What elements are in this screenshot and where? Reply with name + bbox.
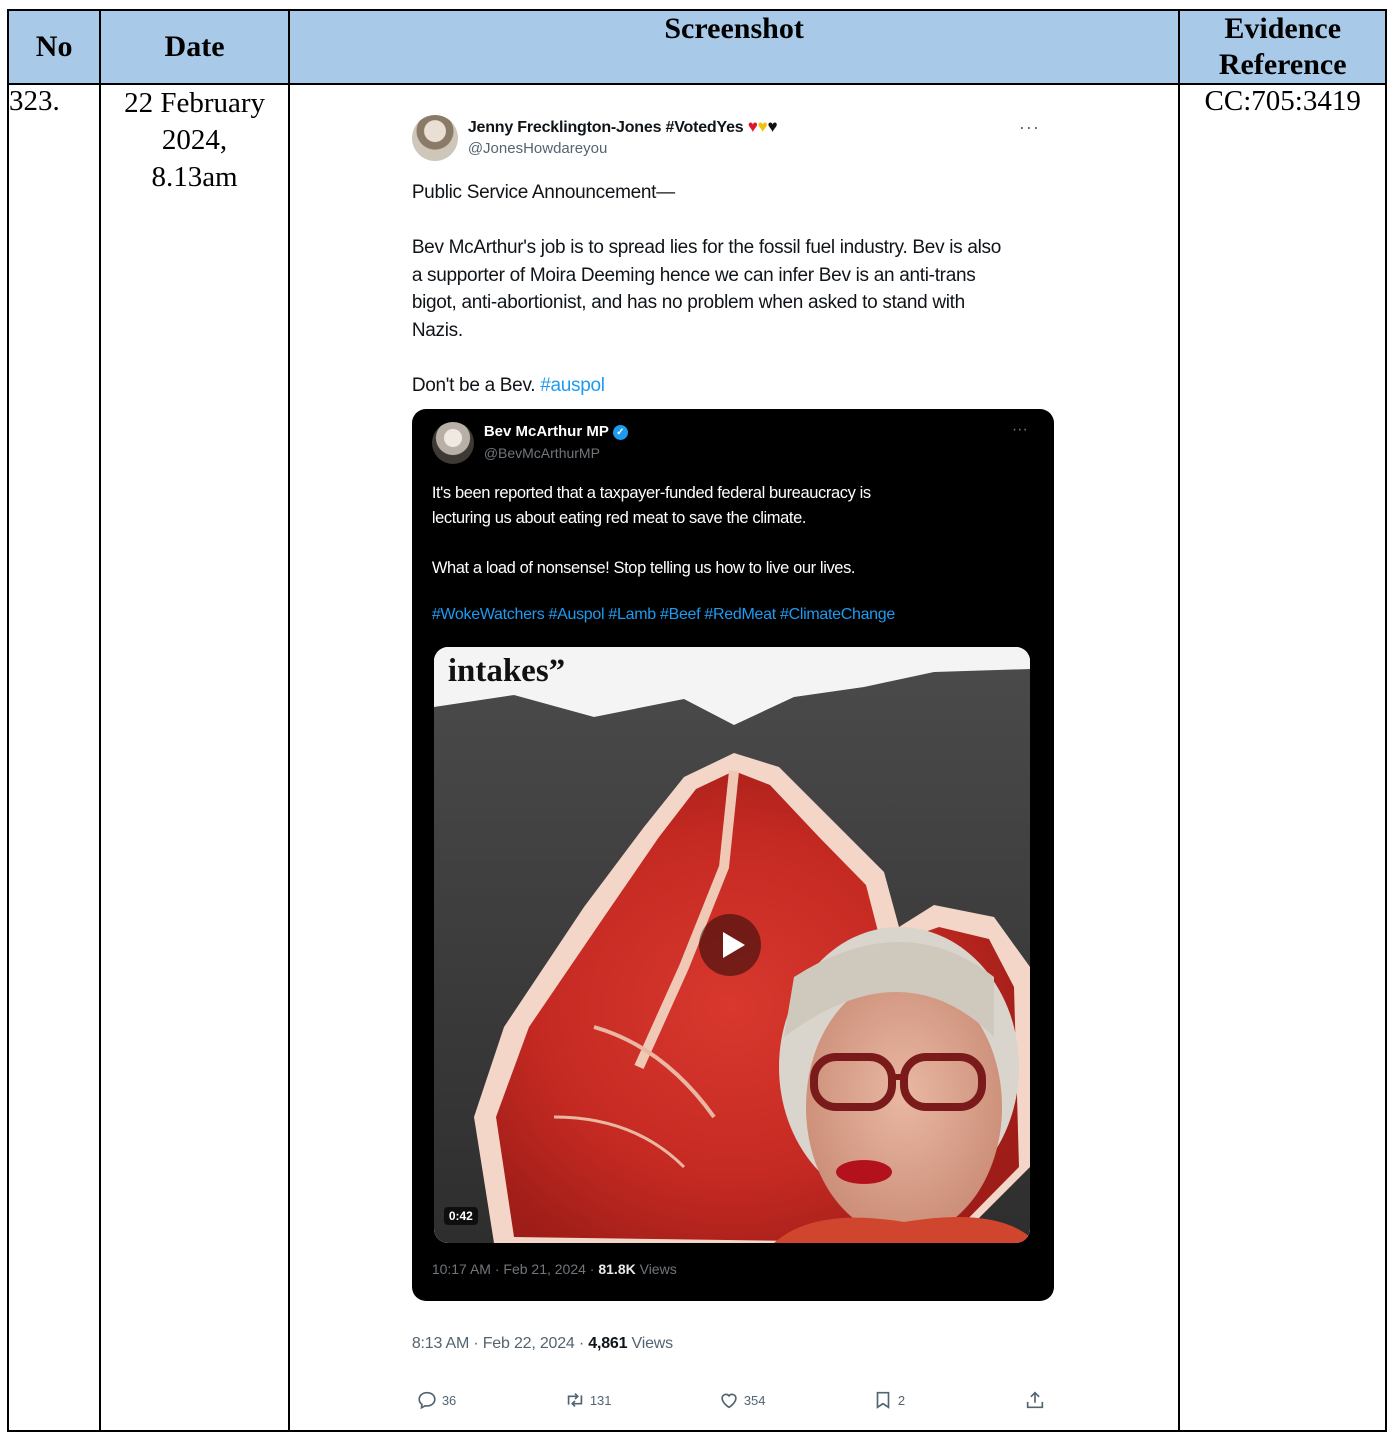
verified-badge-icon: ✓ [612, 424, 628, 440]
header-date: Date [99, 9, 290, 85]
header-evidence-line1: Evidence [1224, 12, 1342, 45]
header-no: No [6, 9, 102, 85]
tweet-actions-bar: 36 131 354 2 [412, 1389, 1062, 1419]
row-screenshot-cell: Jenny Frecklington-Jones #VotedYes ♥♥♥ @… [287, 83, 1181, 1432]
evidence-table: No Date Screenshot Evidence Reference 323… [6, 9, 1387, 1432]
repost-count: 131 [589, 1392, 612, 1408]
like-count: 354 [743, 1392, 766, 1408]
video-player[interactable]: intakes” 0:42 [433, 647, 1030, 1243]
video-caption: intakes” [447, 653, 566, 689]
quoted-tweet-meta: 10:17 AM · Feb 21, 2024 · 81.8K Views [432, 1261, 677, 1277]
quoted-author-name: Bev McArthur MP [483, 423, 609, 440]
tweet-time[interactable]: 8:13 AM · Feb 22, 2024 · [412, 1335, 588, 1352]
reply-icon [418, 1391, 436, 1410]
heart-yellow-icon: ♥ [757, 117, 768, 136]
like-icon [721, 1393, 737, 1409]
author-name-line[interactable]: Jenny Frecklington-Jones #VotedYes ♥♥♥ [468, 117, 778, 137]
more-options-icon[interactable]: ··· [1019, 117, 1040, 138]
quoted-author-avatar[interactable] [431, 422, 474, 464]
like-button[interactable]: 354 [718, 1389, 766, 1411]
author-handle[interactable]: @JonesHowdareyou [468, 140, 607, 157]
row-number: 323. [6, 83, 102, 1432]
views-count: 4,861 [588, 1335, 628, 1352]
date-line3: 8.13am [151, 161, 238, 193]
bookmark-button[interactable]: 2 [872, 1389, 905, 1411]
quoted-meta-time: 10:17 AM · Feb 21, 2024 · [431, 1261, 599, 1277]
reply-count: 36 [441, 1392, 457, 1408]
bookmark-count: 2 [897, 1392, 906, 1408]
date-line1: 22 February [124, 87, 265, 119]
quoted-more-options-icon[interactable]: ··· [1012, 421, 1028, 439]
date-line2: 2024, [161, 124, 228, 156]
quoted-tweet[interactable]: Bev McArthur MP ✓ @BevMcArthurMP ··· It's… [411, 409, 1054, 1301]
share-button[interactable] [1024, 1389, 1046, 1411]
quoted-views-label: Views [635, 1261, 677, 1277]
author-avatar[interactable] [411, 115, 458, 161]
video-duration: 0:42 [443, 1207, 478, 1225]
quoted-author-handle[interactable]: @BevMcArthurMP [484, 445, 600, 461]
bookmark-icon [876, 1391, 890, 1409]
heart-black-icon: ♥ [767, 117, 778, 136]
play-icon[interactable] [698, 914, 761, 976]
table-row: 323. 22 February 2024, 8.13am Jenny Freckl… [6, 83, 1387, 1432]
heart-red-icon: ♥ [747, 117, 758, 136]
tweet-meta: 8:13 AM · Feb 22, 2024 · 4,861 Views [412, 1335, 673, 1353]
repost-icon [567, 1392, 583, 1408]
quoted-tweet-text: It's been reported that a taxpayer-funde… [431, 484, 871, 577]
header-evidence-line2: Reference [1218, 48, 1347, 81]
row-date: 22 February 2024, 8.13am [99, 83, 290, 1432]
tweet-body: Public Service Announcement— Bev McArthu… [412, 179, 1062, 399]
repost-button[interactable]: 131 [564, 1389, 612, 1411]
views-label: Views [627, 1335, 674, 1352]
hashtag-link[interactable]: #auspol [540, 375, 605, 396]
table-header-row: No Date Screenshot Evidence Reference [6, 9, 1387, 85]
author-name: Jenny Frecklington-Jones #VotedYes [467, 119, 744, 136]
tweet-body-main: Public Service Announcement— Bev McArthu… [411, 182, 1001, 341]
header-screenshot: Screenshot [287, 9, 1181, 85]
tweet-body-end: Don't be a Bev. [411, 374, 541, 396]
reply-button[interactable]: 36 [416, 1389, 456, 1411]
row-evidence-reference: CC:705:3419 [1178, 83, 1387, 1432]
quoted-views-count: 81.8K [598, 1261, 636, 1277]
quoted-hashtags[interactable]: #WokeWatchers #Auspol #Lamb #Beef #RedMe… [432, 606, 895, 624]
quoted-author-name-line[interactable]: Bev McArthur MP ✓ [484, 423, 628, 440]
header-evidence-reference: Evidence Reference [1178, 9, 1387, 85]
share-icon [1026, 1391, 1043, 1409]
